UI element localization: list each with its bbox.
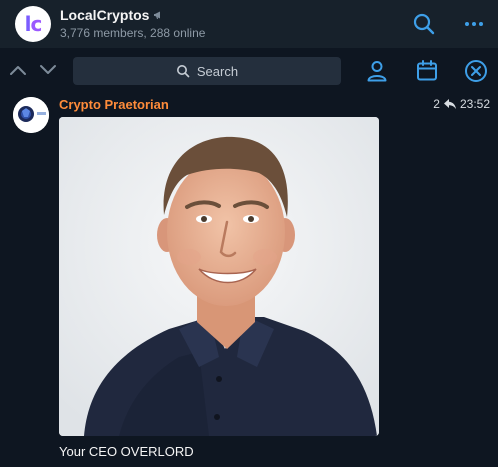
message-time: 23:52: [459, 97, 490, 111]
chat-members-status: 3,776 members, 288 online: [60, 26, 206, 40]
telegram-window: lc LocalCryptos 3,776 members, 288 onlin…: [0, 0, 498, 467]
calendar-icon[interactable]: [414, 58, 440, 84]
message-meta: 2 23:52: [433, 97, 490, 111]
chat-avatar-logo: lc: [24, 12, 43, 36]
megaphone-icon: [154, 11, 161, 19]
message-photo[interactable]: [59, 117, 379, 436]
chevron-up-icon[interactable]: [8, 63, 28, 77]
close-icon[interactable]: [463, 58, 489, 84]
search-input[interactable]: Search: [73, 57, 341, 85]
reply-count[interactable]: 2: [433, 97, 440, 111]
sender-name[interactable]: Crypto Praetorian: [59, 97, 169, 112]
chat-avatar[interactable]: lc: [15, 6, 51, 42]
sender-avatar-image: [13, 97, 49, 133]
search-field-icon: [176, 65, 190, 78]
message-caption: Your CEO OVERLORD: [59, 444, 194, 459]
chevron-down-icon[interactable]: [38, 63, 58, 77]
user-icon[interactable]: [364, 58, 390, 84]
more-icon[interactable]: [460, 10, 488, 38]
reply-icon[interactable]: [443, 98, 457, 110]
sender-avatar[interactable]: [13, 97, 49, 133]
search-toolbar: Search: [0, 49, 498, 93]
chat-title: LocalCryptos: [60, 7, 150, 23]
chat-title-row[interactable]: LocalCryptos: [60, 7, 165, 23]
search-icon[interactable]: [410, 10, 438, 38]
chat-header: lc LocalCryptos 3,776 members, 288 onlin…: [0, 0, 498, 48]
person-photo: [59, 117, 379, 436]
search-placeholder: Search: [196, 63, 239, 79]
